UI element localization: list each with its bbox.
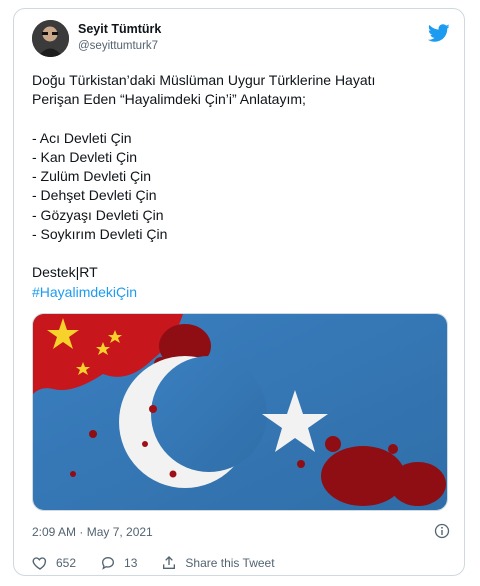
share-button[interactable]: Share this Tweet xyxy=(161,555,275,571)
share-icon xyxy=(163,556,176,569)
tweet-text-line: Doğu Türkistan’daki Müslüman Uygur Türkl… xyxy=(32,72,376,88)
hashtag-link[interactable]: #HayalimdekiÇin xyxy=(32,283,452,302)
tweet-text-line: - Soykırım Devleti Çin xyxy=(32,226,168,243)
tweet-text-gap xyxy=(32,110,452,129)
author-handle[interactable]: @seyittumturk7 xyxy=(78,40,158,52)
like-count: 652 xyxy=(56,556,77,570)
info-icon[interactable] xyxy=(434,523,450,539)
tweet-text-line: - Kan Devleti Çin xyxy=(32,148,138,165)
reply-button[interactable]: 13 xyxy=(100,555,137,571)
tweet-text-line: - Acı Devleti Çin xyxy=(32,129,132,146)
tweet-timestamp[interactable]: 2:09 AM · May 7, 2021 xyxy=(32,525,153,539)
twitter-bird-icon[interactable] xyxy=(428,22,450,44)
reply-icon xyxy=(102,556,115,570)
tweet-text-line: - Dehşet Devleti Çin xyxy=(32,187,157,204)
tweet-text-line: Destek|RT xyxy=(32,264,98,281)
tweet-text: Doğu Türkistan’daki Müslüman Uygur Türkl… xyxy=(32,71,452,302)
tweet-text-gap xyxy=(32,244,452,263)
heart-icon xyxy=(32,557,47,570)
avatar[interactable] xyxy=(32,20,69,57)
tweet-text-line: - Zulüm Devleti Çin xyxy=(32,168,152,185)
tweet-card: Seyit Tümtürk @seyittumturk7 Doğu Türkis… xyxy=(13,8,465,576)
reply-count: 13 xyxy=(124,556,138,570)
like-button[interactable]: 652 xyxy=(32,555,76,571)
tweet-actions: 652 13 Share this Tweet xyxy=(32,555,299,571)
tweet-image[interactable] xyxy=(32,313,448,511)
tweet-text-line: Perişan Eden “Hayalimdeki Çin’i” Anlatay… xyxy=(32,91,306,108)
author-name[interactable]: Seyit Tümtürk xyxy=(78,22,161,36)
tweet-text-line: - Gözyaşı Devleti Çin xyxy=(32,206,164,223)
share-label: Share this Tweet xyxy=(185,556,275,570)
